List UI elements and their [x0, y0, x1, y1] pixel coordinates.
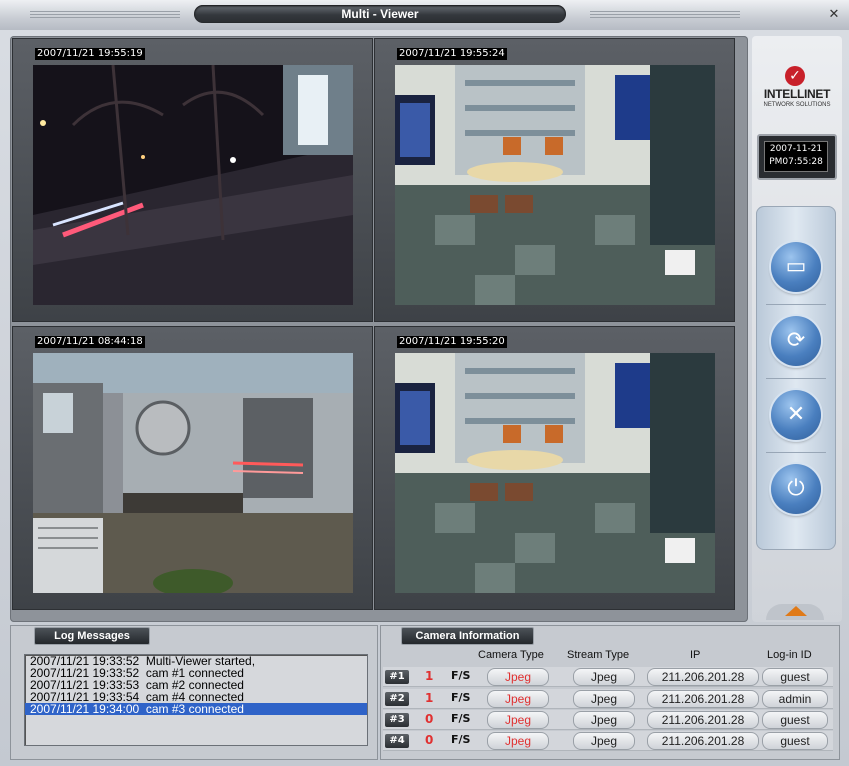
header-ip: IP — [690, 649, 701, 661]
camera-feed-street-night — [33, 65, 353, 305]
close-icon: ✕ — [786, 402, 806, 427]
login-id-value: guest — [762, 711, 828, 729]
camera-feed-shop-window — [33, 353, 353, 593]
camera-timestamp: 2007/11/21 19:55:19 — [35, 48, 145, 60]
fs-label: F/S — [451, 669, 471, 682]
camera-type-value: Jpeg — [487, 732, 549, 750]
refresh-button[interactable]: ⟳ — [771, 316, 821, 366]
header-stream-type: Stream Type — [567, 649, 630, 661]
power-icon: ⏻ — [787, 476, 805, 501]
camera-row-2[interactable]: #2 1 F/S Jpeg Jpeg 211.206.201.28 admin — [385, 689, 833, 708]
stream-type-value: Jpeg — [573, 711, 635, 729]
camera-tile-2[interactable]: 2007/11/21 19:55:24 — [374, 38, 735, 322]
log-list[interactable]: 2007/11/21 19:33:52 Multi-Viewer started… — [24, 654, 368, 746]
fs-label: F/S — [451, 712, 471, 725]
login-id-value: admin — [762, 690, 828, 708]
refresh-icon: ⟳ — [786, 328, 806, 353]
fs-label: F/S — [451, 691, 471, 704]
open-folder-button[interactable]: ▭ — [771, 242, 821, 292]
camera-number[interactable]: #3 — [385, 713, 409, 727]
log-panel-title: Log Messages — [34, 627, 150, 645]
divider — [766, 452, 826, 453]
power-button[interactable]: ⏻ — [771, 464, 821, 514]
window-title: Multi - Viewer — [194, 5, 566, 23]
divider — [766, 378, 826, 379]
camera-row-1[interactable]: #1 1 F/S Jpeg Jpeg 211.206.201.28 guest — [385, 667, 833, 686]
camera-tile-1[interactable]: 2007/11/21 19:55:19 — [12, 38, 373, 322]
camera-row-4[interactable]: #4 0 F/S Jpeg Jpeg 211.206.201.28 guest — [385, 731, 833, 750]
camera-feed-shop-interior — [395, 353, 715, 593]
ip-value: 211.206.201.28 — [647, 690, 759, 708]
header-camera-type: Camera Type — [478, 649, 544, 661]
stream-type-value: Jpeg — [573, 668, 635, 686]
camera-number[interactable]: #2 — [385, 692, 409, 706]
camera-type-value: Jpeg — [487, 690, 549, 708]
stop-button[interactable]: ✕ — [771, 390, 821, 440]
camera-info-title: Camera Information — [401, 627, 534, 645]
camera-type-value: Jpeg — [487, 711, 549, 729]
clock-display: 2007-11-21 PM07:55:28 — [757, 134, 837, 180]
ip-value: 211.206.201.28 — [647, 711, 759, 729]
connection-count: 1 — [425, 691, 434, 705]
close-button[interactable]: ✕ — [826, 7, 842, 23]
ip-value: 211.206.201.28 — [647, 732, 759, 750]
camera-feed-shop-interior — [395, 65, 715, 305]
connection-count: 0 — [425, 712, 434, 726]
camera-timestamp: 2007/11/21 19:55:20 — [397, 336, 507, 348]
eject-arrow-icon[interactable] — [785, 606, 807, 616]
video-grid: 2007/11/21 19:55:19 2007/11/21 19:55:24 … — [10, 36, 748, 622]
camera-timestamp: 2007/11/21 08:44:18 — [35, 336, 145, 348]
fs-label: F/S — [451, 733, 471, 746]
log-entry-selected[interactable]: 2007/11/21 19:34:00 cam #3 connected — [25, 703, 367, 715]
brand-tagline: NETWORK SOLUTIONS — [763, 102, 831, 108]
header-login-id: Log-in ID — [767, 649, 812, 661]
title-grip-left — [30, 11, 180, 18]
ip-value: 211.206.201.28 — [647, 668, 759, 686]
login-id-value: guest — [762, 668, 828, 686]
camera-tile-4[interactable]: 2007/11/21 19:55:20 — [374, 326, 735, 610]
stream-type-value: Jpeg — [573, 690, 635, 708]
camera-tile-3[interactable]: 2007/11/21 08:44:18 — [12, 326, 373, 610]
brand-name: INTELLINET — [763, 87, 831, 101]
connection-count: 1 — [425, 669, 434, 683]
login-id-value: guest — [762, 732, 828, 750]
clock-time: PM07:55:28 — [769, 157, 823, 167]
stream-type-value: Jpeg — [573, 732, 635, 750]
divider — [766, 304, 826, 305]
connection-count: 0 — [425, 733, 434, 747]
multi-viewer-window: Multi - Viewer ✕ 2007/11/21 19:55:19 200… — [0, 0, 849, 766]
camera-number[interactable]: #4 — [385, 734, 409, 748]
camera-timestamp: 2007/11/21 19:55:24 — [397, 48, 507, 60]
camera-number[interactable]: #1 — [385, 670, 409, 684]
camera-type-value: Jpeg — [487, 668, 549, 686]
intellinet-logo-icon: ✓ — [785, 66, 805, 86]
clock-date: 2007-11-21 — [769, 144, 823, 154]
folder-icon: ▭ — [785, 254, 807, 279]
title-bar[interactable]: Multi - Viewer ✕ — [0, 0, 849, 30]
title-grip-right — [590, 11, 740, 18]
camera-row-3[interactable]: #3 0 F/S Jpeg Jpeg 211.206.201.28 guest — [385, 710, 833, 729]
